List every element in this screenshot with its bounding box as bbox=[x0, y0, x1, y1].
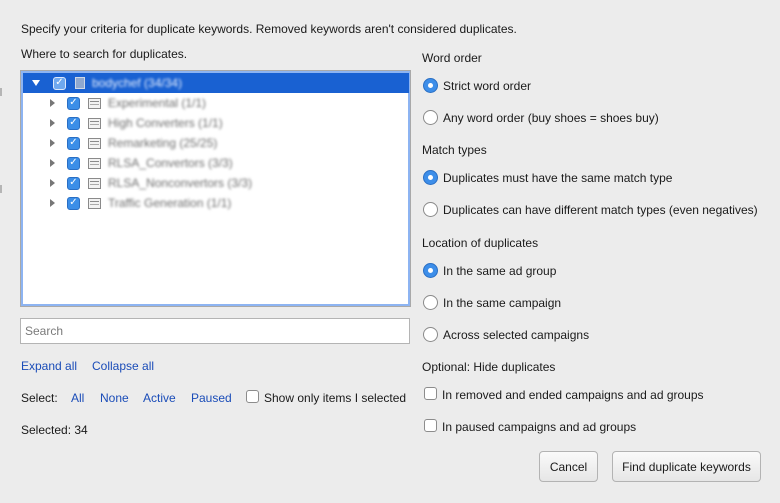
account-icon bbox=[75, 77, 85, 89]
select-label: Select: bbox=[21, 391, 58, 405]
any-word-order-radio[interactable] bbox=[423, 110, 438, 125]
strict-word-order-label: Strict word order bbox=[443, 79, 532, 93]
same-ad-group-label: In the same ad group bbox=[443, 264, 557, 278]
expand-triangle-icon[interactable] bbox=[50, 179, 55, 187]
different-match-types-label: Duplicates can have different match type… bbox=[443, 203, 758, 217]
hide-paused-checkbox[interactable] bbox=[424, 419, 437, 432]
hide-removed-label: In removed and ended campaigns and ad gr… bbox=[442, 388, 704, 402]
across-campaigns-radio[interactable] bbox=[423, 327, 438, 342]
find-duplicates-dialog: Specify your criteria for duplicate keyw… bbox=[0, 0, 780, 503]
search-input[interactable] bbox=[20, 318, 410, 344]
campaign-label: RLSA_Convertors (3/3) bbox=[108, 156, 233, 170]
window-edge-mark bbox=[0, 185, 2, 193]
expand-triangle-icon[interactable] bbox=[50, 119, 55, 127]
collapse-triangle-icon[interactable] bbox=[32, 80, 40, 86]
intro-text: Specify your criteria for duplicate keyw… bbox=[21, 22, 517, 36]
campaign-icon bbox=[88, 197, 101, 209]
tree-root-account[interactable]: ✓ bodychef (34/34) bbox=[23, 73, 409, 93]
expand-triangle-icon[interactable] bbox=[50, 139, 55, 147]
same-match-type-label: Duplicates must have the same match type bbox=[443, 171, 673, 185]
campaign-label: High Converters (1/1) bbox=[108, 116, 223, 130]
find-duplicates-button[interactable]: Find duplicate keywords bbox=[612, 451, 761, 482]
any-word-order-label: Any word order (buy shoes = shoes buy) bbox=[443, 111, 659, 125]
item-checkbox[interactable]: ✓ bbox=[67, 136, 80, 150]
match-types-heading: Match types bbox=[422, 143, 487, 157]
selected-count: Selected: 34 bbox=[21, 423, 88, 437]
campaign-label: Remarketing (25/25) bbox=[108, 136, 218, 150]
hide-removed-checkbox[interactable] bbox=[424, 387, 437, 400]
show-only-selected-checkbox[interactable] bbox=[246, 390, 259, 403]
tree-item-traffic-generation[interactable]: ✓ Traffic Generation (1/1) bbox=[23, 193, 409, 213]
tree-item-rlsa-nonconvertors[interactable]: ✓ RLSA_Nonconvertors (3/3) bbox=[23, 173, 409, 193]
expand-all-link[interactable]: Expand all bbox=[21, 359, 77, 373]
location-heading: Location of duplicates bbox=[422, 236, 539, 250]
collapse-all-link[interactable]: Collapse all bbox=[92, 359, 154, 373]
cancel-button[interactable]: Cancel bbox=[539, 451, 598, 482]
same-campaign-radio[interactable] bbox=[423, 295, 438, 310]
tree-item-high-converters[interactable]: ✓ High Converters (1/1) bbox=[23, 113, 409, 133]
root-checkbox[interactable]: ✓ bbox=[53, 76, 66, 90]
item-checkbox[interactable]: ✓ bbox=[67, 96, 80, 110]
window-edge-mark bbox=[0, 88, 2, 96]
select-none-link[interactable]: None bbox=[100, 391, 129, 405]
campaign-icon bbox=[88, 157, 101, 169]
different-match-types-radio[interactable] bbox=[423, 202, 438, 217]
hide-duplicates-heading: Optional: Hide duplicates bbox=[422, 360, 556, 374]
same-campaign-label: In the same campaign bbox=[443, 296, 562, 310]
item-checkbox[interactable]: ✓ bbox=[67, 116, 80, 130]
across-campaigns-label: Across selected campaigns bbox=[443, 328, 590, 342]
same-ad-group-radio[interactable] bbox=[423, 263, 438, 278]
expand-triangle-icon[interactable] bbox=[50, 199, 55, 207]
tree-item-remarketing[interactable]: ✓ Remarketing (25/25) bbox=[23, 133, 409, 153]
campaign-icon bbox=[88, 117, 101, 129]
campaign-icon bbox=[88, 137, 101, 149]
show-only-selected-label: Show only items I selected bbox=[264, 391, 407, 405]
campaign-icon bbox=[88, 177, 101, 189]
campaign-label: RLSA_Nonconvertors (3/3) bbox=[108, 176, 253, 190]
campaign-tree[interactable]: ✓ bodychef (34/34) ✓ Experimental (1/1) … bbox=[20, 70, 411, 307]
campaign-label: Experimental (1/1) bbox=[108, 96, 207, 110]
expand-triangle-icon[interactable] bbox=[50, 99, 55, 107]
word-order-heading: Word order bbox=[422, 51, 482, 65]
same-match-type-radio[interactable] bbox=[423, 170, 438, 185]
item-checkbox[interactable]: ✓ bbox=[67, 176, 80, 190]
item-checkbox[interactable]: ✓ bbox=[67, 196, 80, 210]
tree-item-experimental[interactable]: ✓ Experimental (1/1) bbox=[23, 93, 409, 113]
campaign-label: Traffic Generation (1/1) bbox=[108, 196, 232, 210]
tree-item-rlsa-convertors[interactable]: ✓ RLSA_Convertors (3/3) bbox=[23, 153, 409, 173]
strict-word-order-radio[interactable] bbox=[423, 78, 438, 93]
select-active-link[interactable]: Active bbox=[143, 391, 176, 405]
item-checkbox[interactable]: ✓ bbox=[67, 156, 80, 170]
hide-paused-label: In paused campaigns and ad groups bbox=[442, 420, 637, 434]
expand-triangle-icon[interactable] bbox=[50, 159, 55, 167]
select-paused-link[interactable]: Paused bbox=[191, 391, 232, 405]
select-all-link[interactable]: All bbox=[71, 391, 84, 405]
root-account-label: bodychef (34/34) bbox=[92, 76, 183, 90]
tree-label: Where to search for duplicates. bbox=[21, 47, 188, 61]
campaign-icon bbox=[88, 97, 101, 109]
